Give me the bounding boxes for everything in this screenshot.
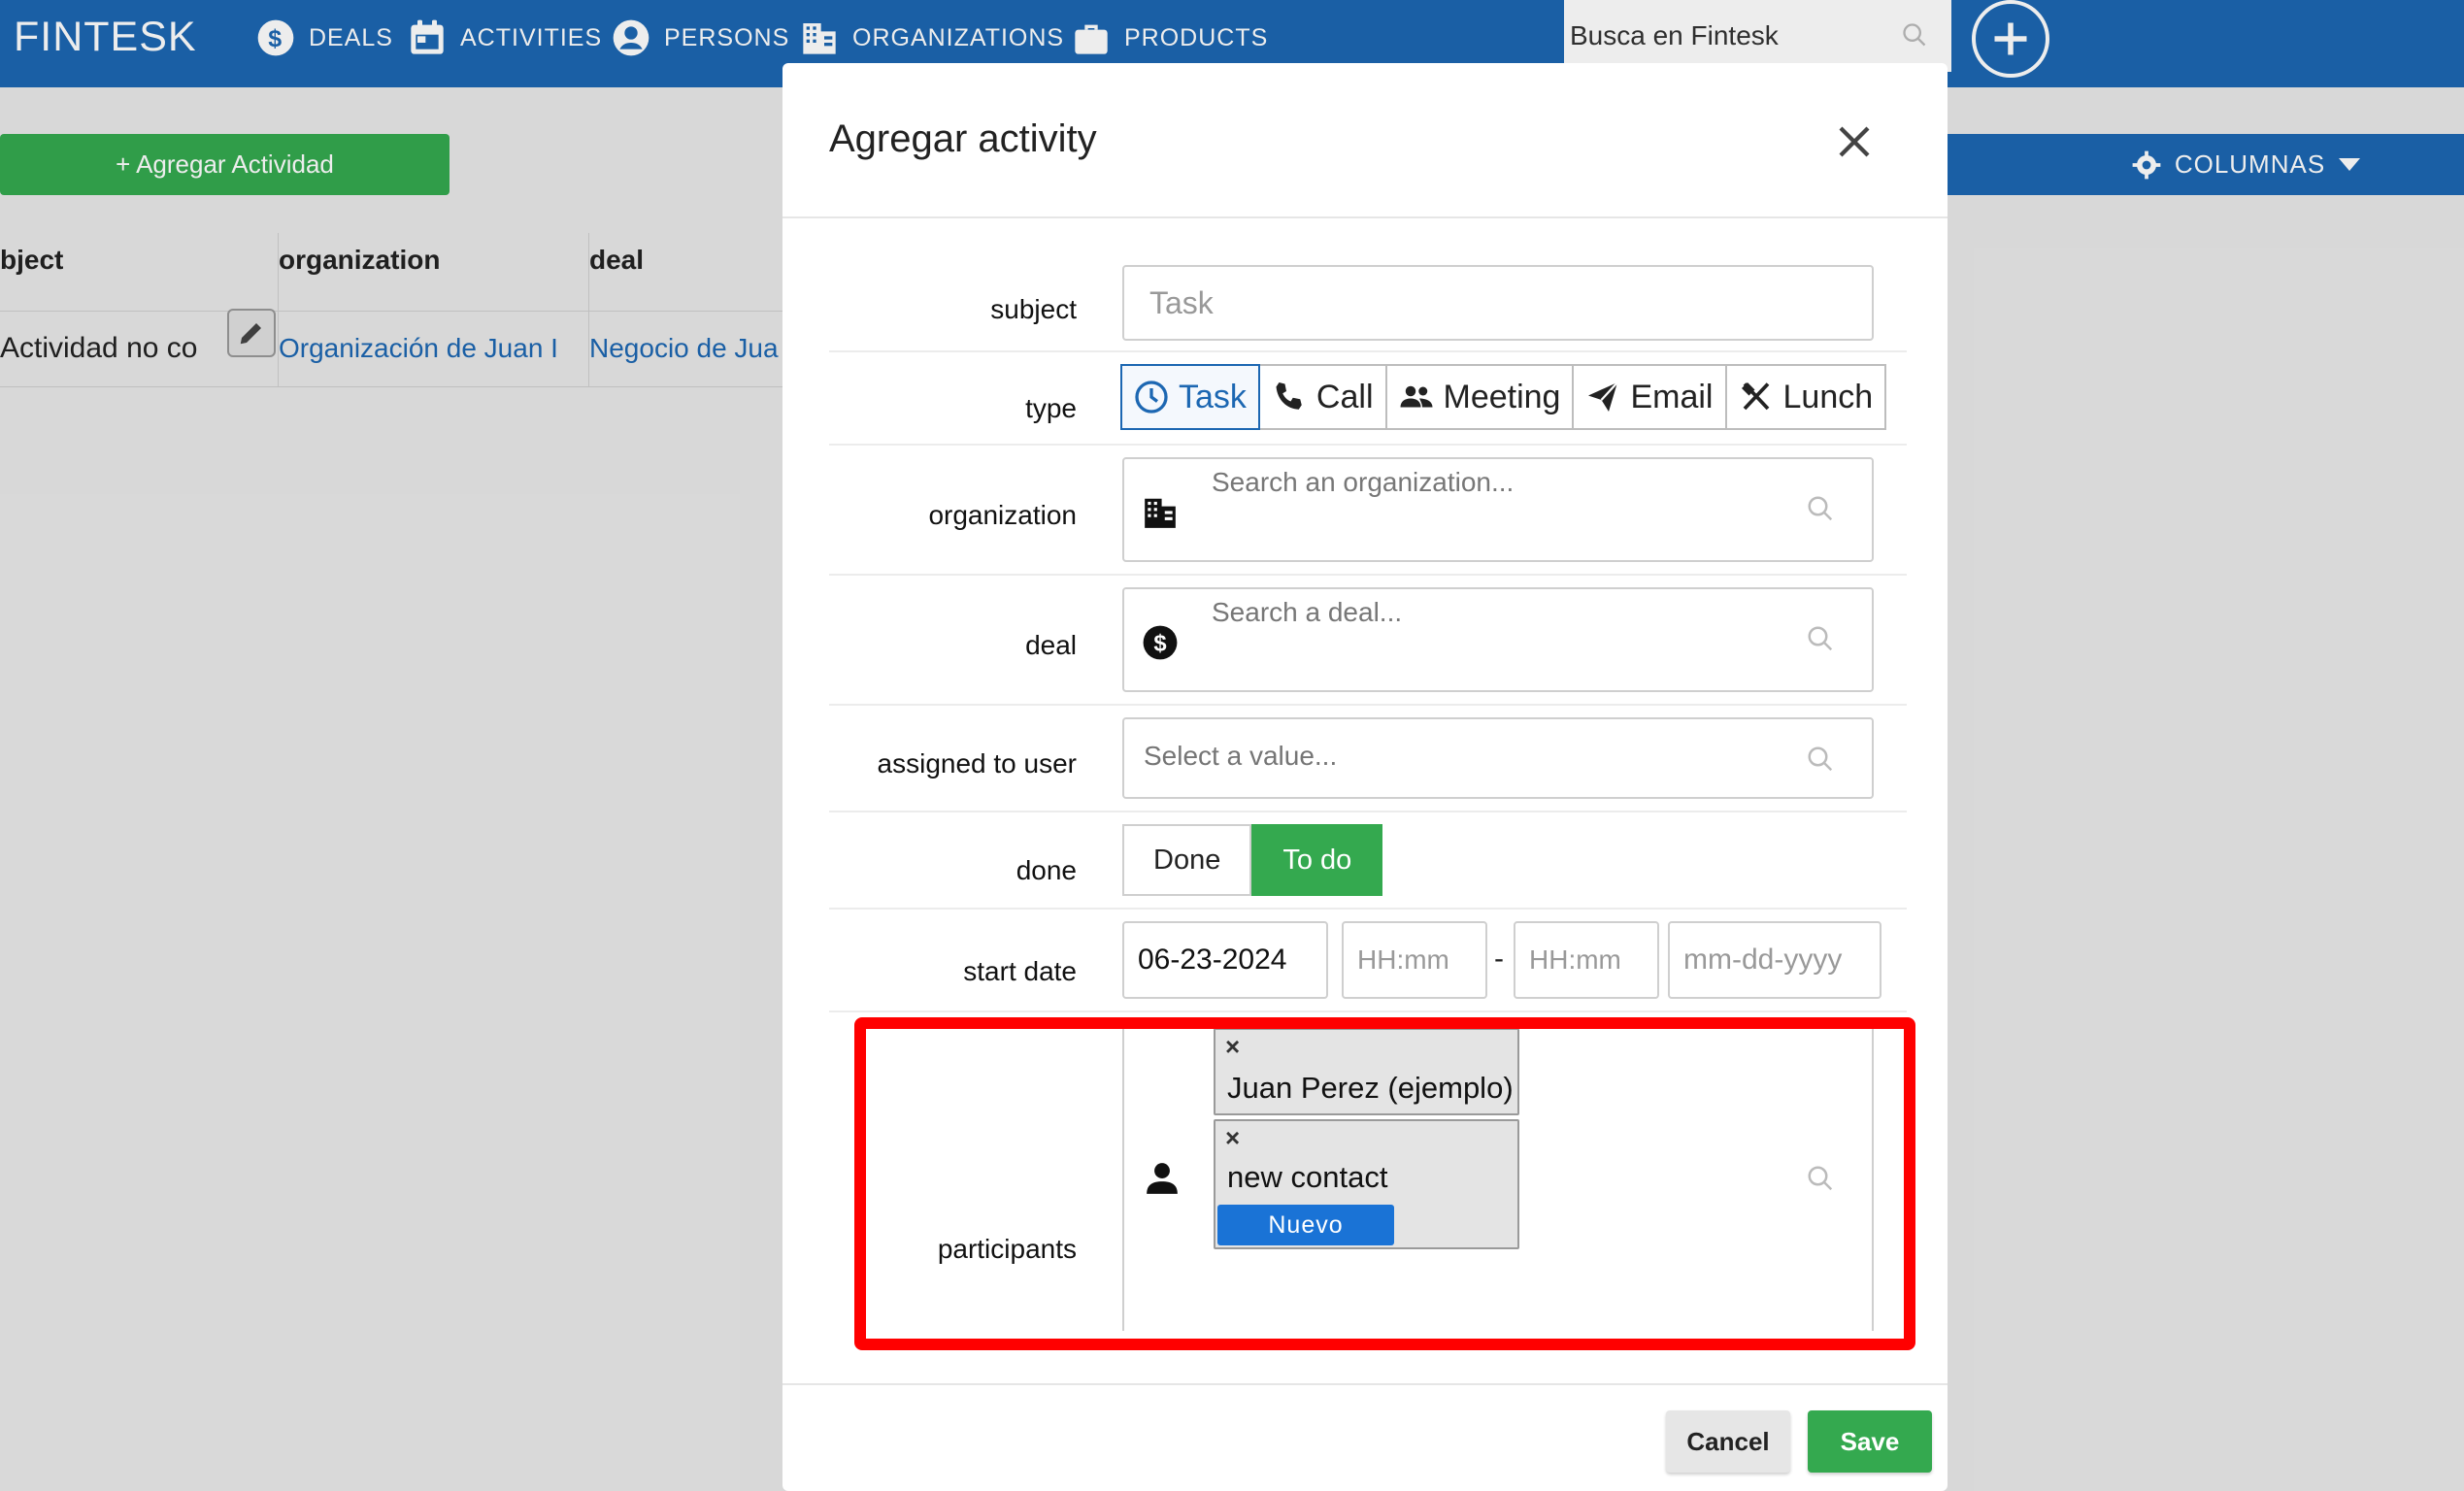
- assigned-user-select[interactable]: [1122, 717, 1874, 799]
- send-icon: [1588, 381, 1619, 412]
- assigned-user-row: assigned to user: [829, 706, 1907, 812]
- search-icon[interactable]: [1806, 745, 1835, 774]
- end-date-input[interactable]: [1668, 921, 1881, 999]
- start-date-row: start date -: [829, 910, 1907, 1012]
- organization-label: organization: [928, 500, 1077, 530]
- start-date-input[interactable]: [1122, 921, 1328, 999]
- deal-label: deal: [1025, 630, 1077, 660]
- close-icon[interactable]: [1834, 121, 1875, 162]
- type-task-button[interactable]: Task: [1120, 364, 1260, 430]
- start-date-label: start date: [963, 956, 1077, 986]
- organization-search[interactable]: [1122, 457, 1874, 562]
- type-lunch-label: Lunch: [1782, 378, 1874, 415]
- svg-text:$: $: [1153, 631, 1166, 657]
- subject-row: subject: [829, 253, 1907, 352]
- deal-search[interactable]: $: [1122, 587, 1874, 692]
- end-time-input[interactable]: [1514, 921, 1659, 999]
- type-lunch-button[interactable]: Lunch: [1724, 364, 1887, 430]
- type-email-label: Email: [1630, 378, 1714, 415]
- deal-row: deal $: [829, 576, 1907, 706]
- done-toggle: Done To do: [1122, 824, 1383, 896]
- dollar-circle-icon: $: [1143, 625, 1178, 660]
- assigned-user-label: assigned to user: [877, 748, 1077, 779]
- time-separator: -: [1494, 943, 1504, 975]
- type-call-label: Call: [1315, 378, 1374, 415]
- done-button[interactable]: Done: [1122, 824, 1252, 896]
- done-row: done Done To do: [829, 812, 1907, 910]
- people-icon: [1400, 385, 1432, 408]
- utensils-icon: [1741, 382, 1769, 411]
- todo-button[interactable]: To do: [1251, 824, 1383, 896]
- type-meeting-label: Meeting: [1443, 378, 1561, 415]
- subject-label: subject: [990, 294, 1077, 324]
- type-call-button[interactable]: Call: [1257, 364, 1387, 430]
- add-activity-modal: Agregar activity subject type Task Call …: [782, 63, 1948, 1491]
- organization-row: organization: [829, 446, 1907, 576]
- type-label: type: [1025, 393, 1077, 423]
- modal-title: Agregar activity: [829, 117, 1097, 160]
- cancel-button[interactable]: Cancel: [1666, 1410, 1790, 1473]
- subject-input[interactable]: [1122, 265, 1874, 341]
- phone-icon: [1276, 382, 1302, 410]
- modal-header: Agregar activity: [782, 63, 1948, 218]
- type-meeting-button[interactable]: Meeting: [1384, 364, 1575, 430]
- save-button[interactable]: Save: [1808, 1410, 1932, 1473]
- search-icon[interactable]: [1806, 624, 1835, 653]
- clock-icon: [1135, 381, 1168, 414]
- deal-search-input[interactable]: [1212, 597, 1794, 628]
- done-label: done: [1016, 855, 1077, 885]
- organization-search-input[interactable]: [1212, 467, 1794, 498]
- building-icon: [1145, 498, 1176, 528]
- assigned-user-input[interactable]: [1144, 741, 1726, 772]
- type-selector: Task Call Meeting Email Lunch: [1120, 364, 1887, 430]
- type-row: type Task Call Meeting Email Lunch: [829, 352, 1907, 446]
- start-time-input[interactable]: [1342, 921, 1487, 999]
- modal-footer-divider: [782, 1383, 1948, 1385]
- type-email-button[interactable]: Email: [1572, 364, 1727, 430]
- participants-highlight: [854, 1017, 1915, 1350]
- search-icon[interactable]: [1806, 494, 1835, 523]
- type-task-label: Task: [1179, 378, 1247, 415]
